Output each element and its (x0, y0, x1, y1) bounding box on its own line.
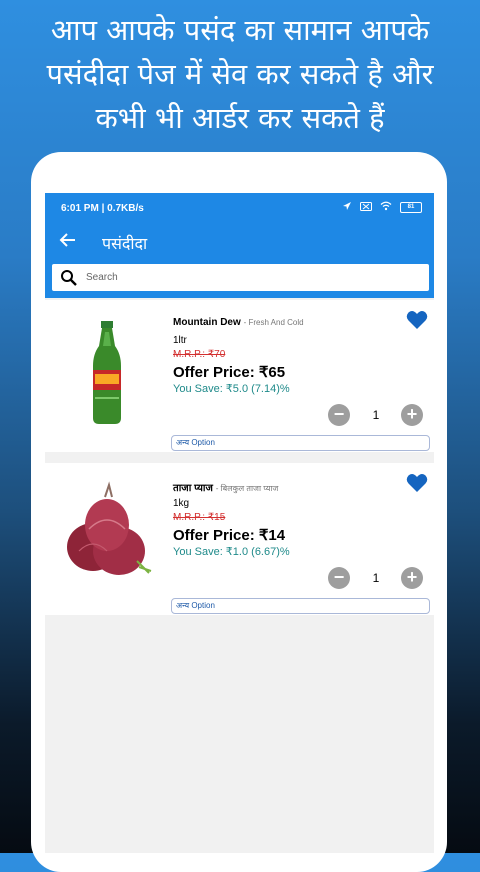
product-mrp: M.R.P.: ₹15 (173, 512, 226, 523)
battery-icon: 81 (400, 202, 422, 213)
status-bar: 6:01 PM | 0.7KB/s 81 (45, 193, 434, 223)
arrow-back-icon[interactable] (59, 231, 77, 253)
product-image (59, 481, 155, 591)
search-icon (60, 269, 78, 287)
search-bar[interactable] (52, 264, 429, 291)
heart-icon[interactable] (406, 473, 428, 493)
product-card[interactable]: Mountain Dew - Fresh And Cold 1ltr M.R.P… (45, 300, 434, 452)
wifi-icon (380, 201, 392, 214)
product-subtitle: - Fresh And Cold (243, 318, 304, 327)
product-image (59, 318, 155, 428)
product-mrp: M.R.P.: ₹70 (173, 349, 226, 360)
quantity-stepper: − 1 + (328, 403, 428, 426)
promo-headline: आप आपके पसंद का सामान आपके पसंदीदा पेज म… (0, 8, 480, 140)
app-screen: 6:01 PM | 0.7KB/s 81 पसंदीदा Search Moun… (45, 193, 434, 853)
product-subtitle: - बिलकुल ताजा प्याज (215, 484, 279, 493)
promo-line-3: कभी भी आर्डर कर सकते हैं (95, 101, 385, 135)
option-dropdown[interactable]: अन्य Option (171, 435, 430, 451)
toolbar: पसंदीदा (45, 223, 434, 263)
product-unit: 1ltr (173, 335, 187, 346)
quantity-stepper: − 1 + (328, 566, 428, 589)
option-dropdown[interactable]: अन्य Option (171, 598, 430, 614)
quantity-value: 1 (372, 408, 380, 422)
app-bar: 6:01 PM | 0.7KB/s 81 पसंदीदा (45, 193, 434, 298)
status-icons: 81 (342, 201, 422, 214)
product-name: ताजा प्याज (173, 483, 213, 494)
product-card[interactable]: ताजा प्याज - बिलकुल ताजा प्याज 1kg M.R.P… (45, 463, 434, 615)
quantity-value: 1 (372, 571, 380, 585)
search-input[interactable] (84, 271, 408, 284)
product-savings: You Save: ₹5.0 (7.14)% (173, 383, 290, 395)
heart-icon[interactable] (406, 310, 428, 330)
product-unit: 1kg (173, 498, 190, 509)
plus-icon[interactable]: + (401, 567, 423, 589)
product-savings: You Save: ₹1.0 (6.67)% (173, 546, 290, 558)
minus-icon[interactable]: − (328, 404, 350, 426)
product-name: Mountain Dew (173, 317, 241, 328)
product-name-line: Mountain Dew - Fresh And Cold (173, 317, 304, 328)
product-offer-price: Offer Price: ₹14 (173, 527, 286, 544)
promo-line-2: पसंदीदा पेज में सेव कर सकते है और (46, 57, 434, 91)
location-icon (342, 201, 352, 214)
sim-icon (360, 201, 372, 214)
product-offer-price: Offer Price: ₹65 (173, 364, 286, 381)
status-time: 6:01 PM | 0.7KB/s (61, 203, 144, 214)
promo-line-1: आप आपके पसंद का सामान आपके (50, 13, 430, 47)
page-title: पसंदीदा (102, 234, 148, 253)
plus-icon[interactable]: + (401, 404, 423, 426)
minus-icon[interactable]: − (328, 567, 350, 589)
product-name-line: ताजा प्याज - बिलकुल ताजा प्याज (173, 480, 278, 494)
